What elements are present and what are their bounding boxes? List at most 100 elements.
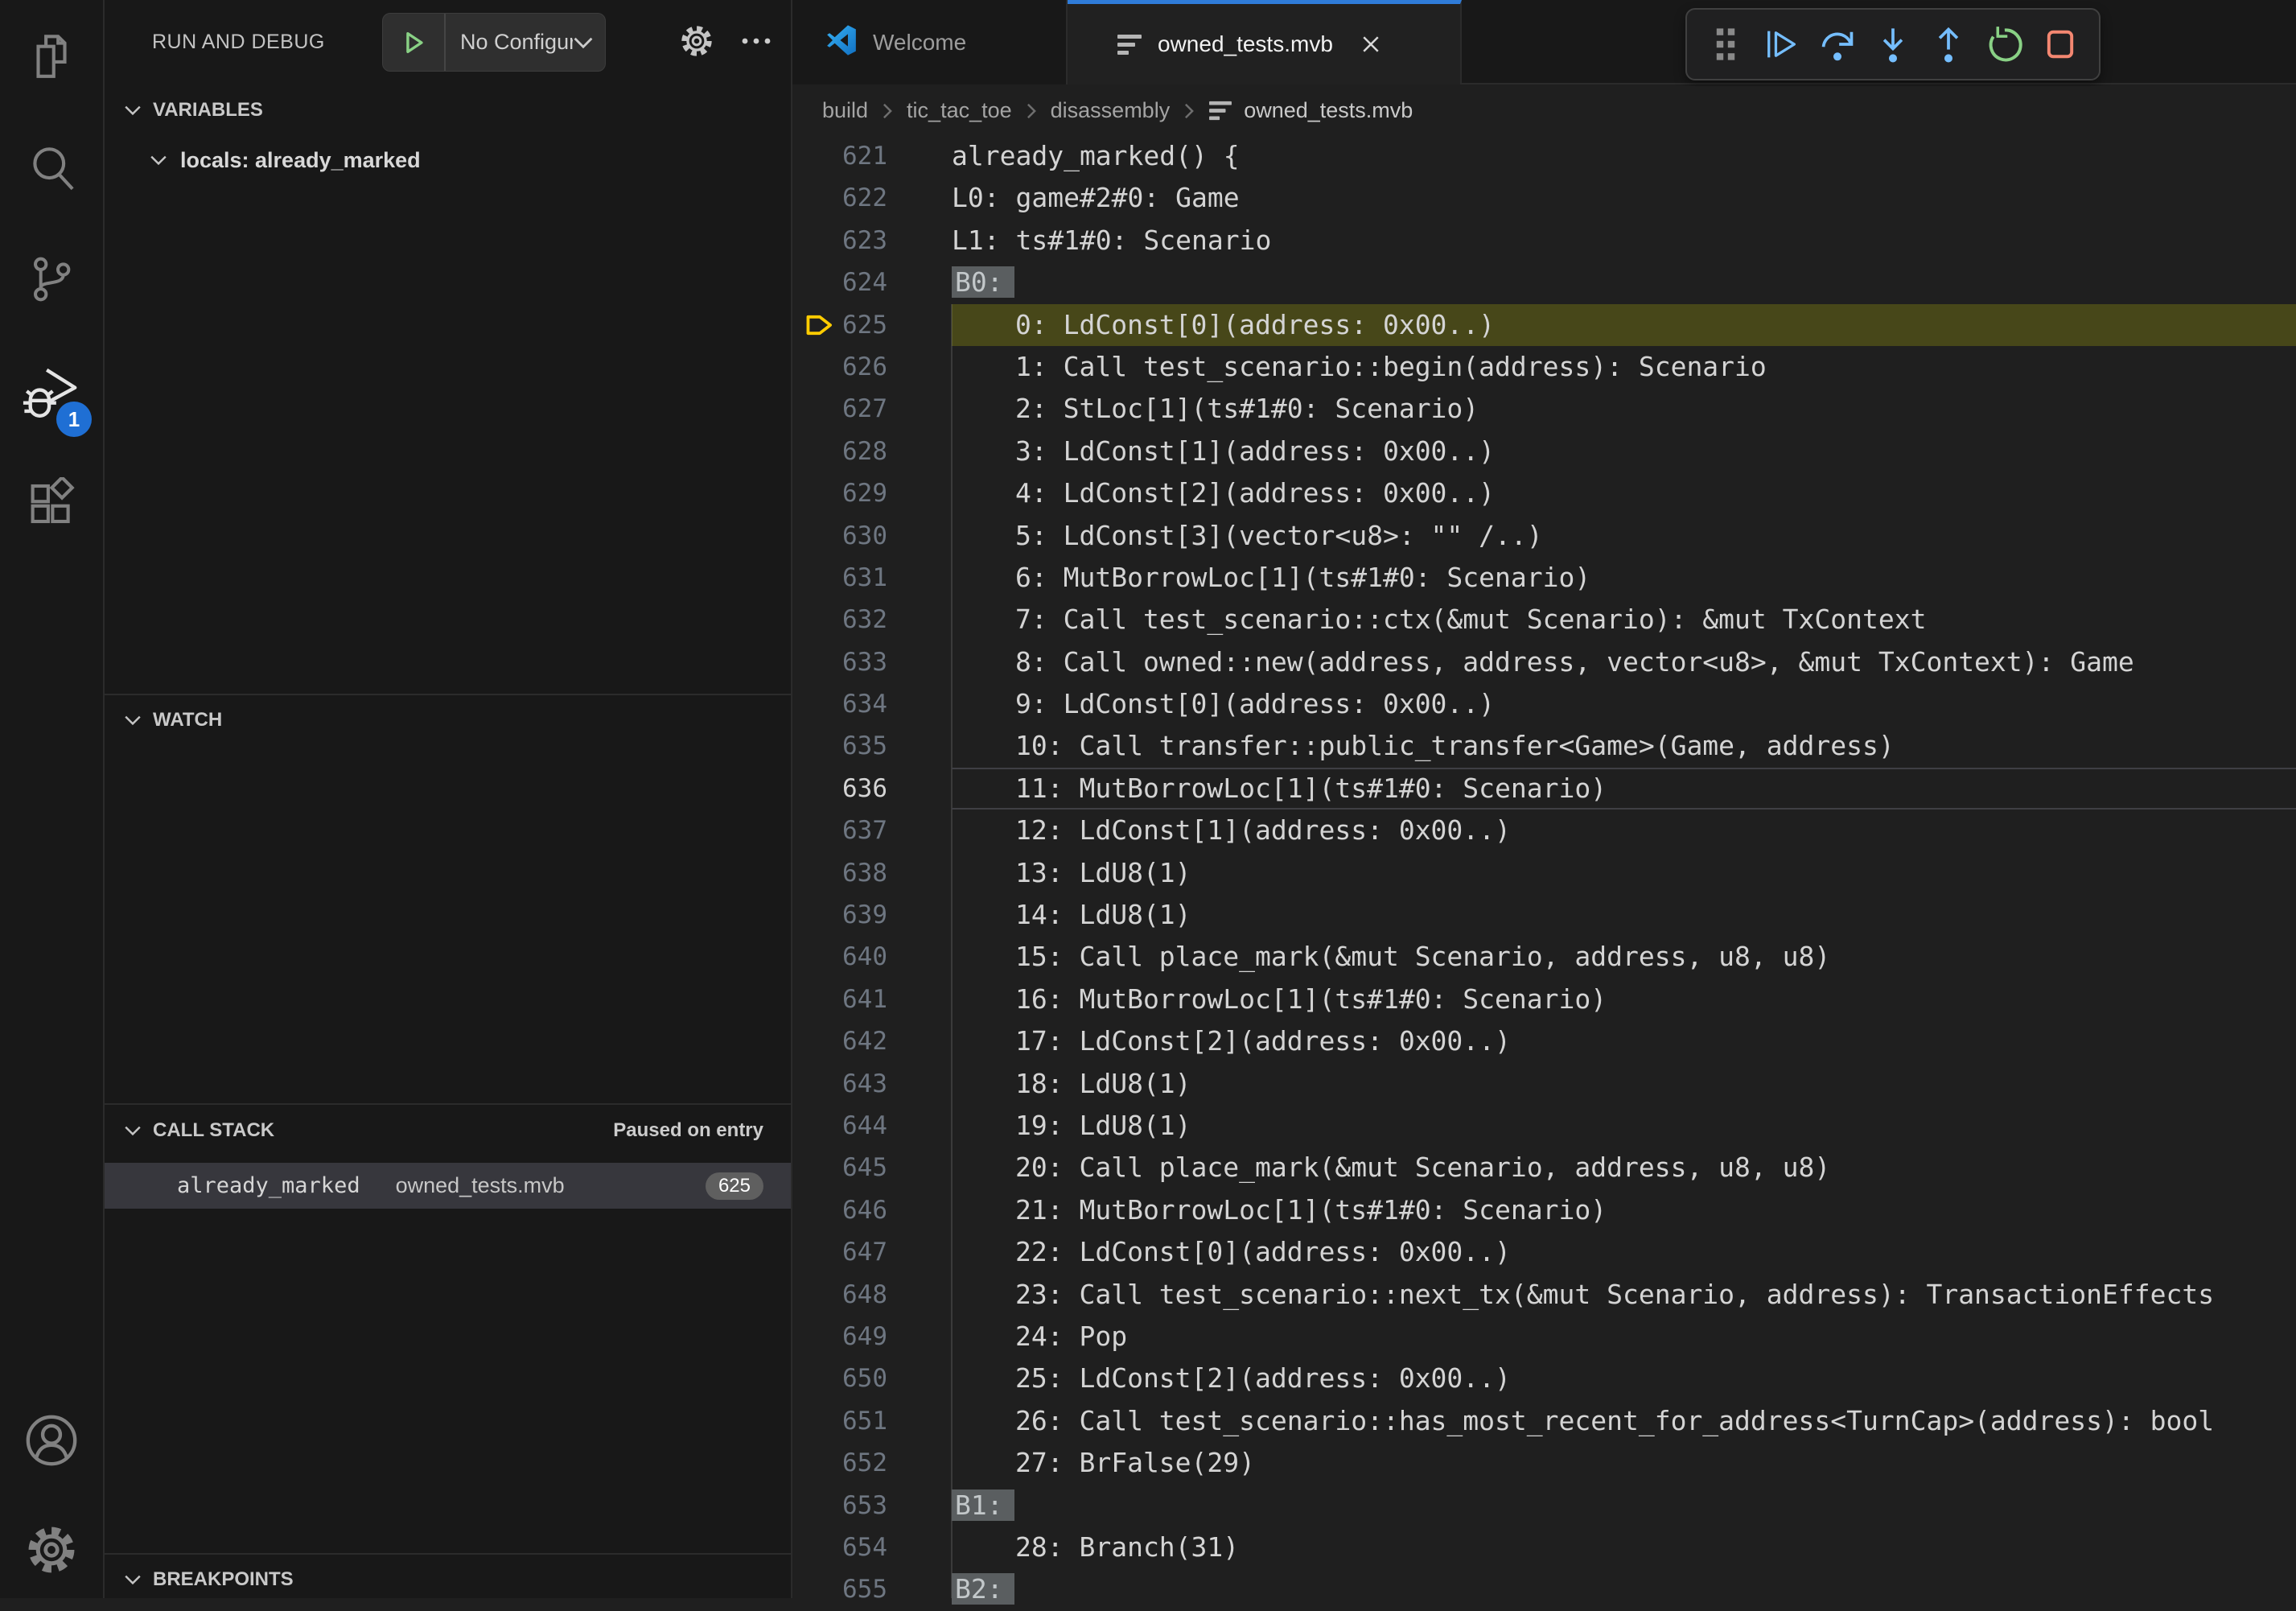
variables-scope-locals[interactable]: locals: already_marked	[105, 138, 791, 182]
line-content[interactable]: 20: Call place_mark(&mut Scenario, addre…	[952, 1147, 2296, 1189]
code-line[interactable]: 64116: MutBorrowLoc[1](ts#1#0: Scenario)	[792, 979, 2296, 1020]
extensions-icon[interactable]	[0, 465, 103, 542]
views-more-actions-icon[interactable]	[733, 18, 780, 64]
code-line[interactable]: 64924: Pop	[792, 1316, 2296, 1358]
line-number[interactable]: 639	[792, 894, 952, 936]
code-line[interactable]: 653B1:	[792, 1485, 2296, 1527]
line-number[interactable]: 636	[792, 768, 952, 810]
line-number[interactable]: 650	[792, 1358, 952, 1399]
line-number[interactable]: 630	[792, 515, 952, 557]
code-line[interactable]: 6272: StLoc[1](ts#1#0: Scenario)	[792, 388, 2296, 430]
code-line[interactable]: 65126: Call test_scenario::has_most_rece…	[792, 1400, 2296, 1442]
start-debugging-icon[interactable]	[383, 14, 446, 71]
line-number[interactable]: 638	[792, 852, 952, 894]
breadcrumb-item[interactable]: tic_tac_toe	[907, 98, 1012, 123]
line-content[interactable]: 27: BrFalse(29)	[952, 1442, 2296, 1484]
line-number[interactable]: 646	[792, 1189, 952, 1231]
code-line[interactable]: 64621: MutBorrowLoc[1](ts#1#0: Scenario)	[792, 1189, 2296, 1231]
line-number[interactable]: 641	[792, 979, 952, 1020]
code-line[interactable]: 65025: LdConst[2](address: 0x00..)	[792, 1358, 2296, 1399]
line-content[interactable]: 16: MutBorrowLoc[1](ts#1#0: Scenario)	[952, 979, 2296, 1020]
code-line[interactable]: 65428: Branch(31)	[792, 1527, 2296, 1568]
line-content[interactable]: 17: LdConst[2](address: 0x00..)	[952, 1020, 2296, 1062]
code-line[interactable]: 63914: LdU8(1)	[792, 894, 2296, 936]
code-line[interactable]: 621already_marked() {	[792, 135, 2296, 177]
code-line[interactable]: 64419: LdU8(1)	[792, 1105, 2296, 1147]
line-number[interactable]: 648	[792, 1274, 952, 1316]
line-number[interactable]: 626	[792, 346, 952, 388]
line-content[interactable]: L1: ts#1#0: Scenario	[952, 220, 2296, 262]
account-icon[interactable]	[0, 1402, 103, 1479]
line-number[interactable]: 624	[792, 262, 952, 303]
line-number[interactable]: 637	[792, 810, 952, 851]
code-line[interactable]: 64318: LdU8(1)	[792, 1063, 2296, 1105]
line-content[interactable]: 7: Call test_scenario::ctx(&mut Scenario…	[952, 599, 2296, 641]
code-line[interactable]: 6250: LdConst[0](address: 0x00..)	[792, 304, 2296, 346]
code-line[interactable]: 64015: Call place_mark(&mut Scenario, ad…	[792, 936, 2296, 978]
line-number[interactable]: 655	[792, 1568, 952, 1610]
search-icon[interactable]	[0, 130, 103, 208]
line-content[interactable]: 4: LdConst[2](address: 0x00..)	[952, 472, 2296, 514]
code-line[interactable]: 65227: BrFalse(29)	[792, 1442, 2296, 1484]
line-number[interactable]: 649	[792, 1316, 952, 1358]
line-content[interactable]: 8: Call owned::new(address, address, vec…	[952, 641, 2296, 683]
code-line[interactable]: 64722: LdConst[0](address: 0x00..)	[792, 1231, 2296, 1273]
breadcrumb-item[interactable]: owned_tests.mvb	[1208, 98, 1413, 123]
line-content[interactable]: 21: MutBorrowLoc[1](ts#1#0: Scenario)	[952, 1189, 2296, 1231]
code-line[interactable]: 63712: LdConst[1](address: 0x00..)	[792, 810, 2296, 851]
line-number[interactable]: 652	[792, 1442, 952, 1484]
code-editor[interactable]: 621already_marked() {622L0: game#2#0: Ga…	[792, 135, 2296, 1598]
code-line[interactable]: 63813: LdU8(1)	[792, 852, 2296, 894]
line-number[interactable]: 647	[792, 1231, 952, 1273]
watch-section-header[interactable]: WATCH	[105, 698, 791, 742]
step-into-icon[interactable]	[1872, 23, 1914, 65]
line-content[interactable]: 28: Branch(31)	[952, 1527, 2296, 1568]
line-number[interactable]: 640	[792, 936, 952, 978]
line-number[interactable]: 643	[792, 1063, 952, 1105]
line-content[interactable]: already_marked() {	[952, 135, 2296, 177]
call-stack-section-header[interactable]: CALL STACK Paused on entry	[105, 1109, 791, 1152]
debug-settings-gear-icon[interactable]	[673, 18, 720, 64]
variables-section-header[interactable]: VARIABLES	[105, 89, 791, 132]
line-number[interactable]: 621	[792, 135, 952, 177]
step-over-icon[interactable]	[1817, 23, 1858, 65]
line-number[interactable]: 653	[792, 1485, 952, 1527]
line-number[interactable]: 623	[792, 220, 952, 262]
code-line[interactable]: 63611: MutBorrowLoc[1](ts#1#0: Scenario)	[792, 768, 2296, 810]
code-line[interactable]: 6283: LdConst[1](address: 0x00..)	[792, 431, 2296, 472]
line-content[interactable]: 15: Call place_mark(&mut Scenario, addre…	[952, 936, 2296, 978]
code-line[interactable]: 6294: LdConst[2](address: 0x00..)	[792, 472, 2296, 514]
code-line[interactable]: 63510: Call transfer::public_transfer<Ga…	[792, 725, 2296, 767]
line-content[interactable]: 9: LdConst[0](address: 0x00..)	[952, 683, 2296, 725]
code-line[interactable]: 622L0: game#2#0: Game	[792, 177, 2296, 219]
breakpoints-section-header[interactable]: BREAKPOINTS	[105, 1558, 791, 1601]
line-content[interactable]: B0:	[952, 262, 2296, 303]
line-content[interactable]: 13: LdU8(1)	[952, 852, 2296, 894]
line-number[interactable]: 645	[792, 1147, 952, 1189]
code-line[interactable]: 623L1: ts#1#0: Scenario	[792, 220, 2296, 262]
line-number[interactable]: 628	[792, 431, 952, 472]
line-number[interactable]: 629	[792, 472, 952, 514]
line-content[interactable]: B1:	[952, 1485, 2296, 1527]
line-content[interactable]: 12: LdConst[1](address: 0x00..)	[952, 810, 2296, 851]
line-content[interactable]: 23: Call test_scenario::next_tx(&mut Sce…	[952, 1274, 2296, 1316]
code-line[interactable]: 6327: Call test_scenario::ctx(&mut Scena…	[792, 599, 2296, 641]
line-number[interactable]: 642	[792, 1020, 952, 1062]
code-line[interactable]: 624B0:	[792, 262, 2296, 303]
close-tab-icon[interactable]	[1359, 32, 1383, 56]
line-content[interactable]: 0: LdConst[0](address: 0x00..)	[952, 304, 2296, 346]
launch-configuration-dropdown[interactable]: No Configura	[382, 13, 606, 72]
line-content[interactable]: 18: LdU8(1)	[952, 1063, 2296, 1105]
step-out-icon[interactable]	[1928, 23, 1969, 65]
tab-welcome[interactable]: Welcome	[792, 0, 1068, 84]
line-content[interactable]: 26: Call test_scenario::has_most_recent_…	[952, 1400, 2296, 1442]
code-line[interactable]: 6349: LdConst[0](address: 0x00..)	[792, 683, 2296, 725]
code-line[interactable]: 655B2:	[792, 1568, 2296, 1610]
line-number[interactable]: 625	[792, 304, 952, 346]
line-content[interactable]: 11: MutBorrowLoc[1](ts#1#0: Scenario)	[952, 768, 2296, 810]
line-number[interactable]: 634	[792, 683, 952, 725]
line-number[interactable]: 632	[792, 599, 952, 641]
tab-owned-tests[interactable]: owned_tests.mvb	[1068, 0, 1462, 84]
line-content[interactable]: 3: LdConst[1](address: 0x00..)	[952, 431, 2296, 472]
line-content[interactable]: 25: LdConst[2](address: 0x00..)	[952, 1358, 2296, 1399]
